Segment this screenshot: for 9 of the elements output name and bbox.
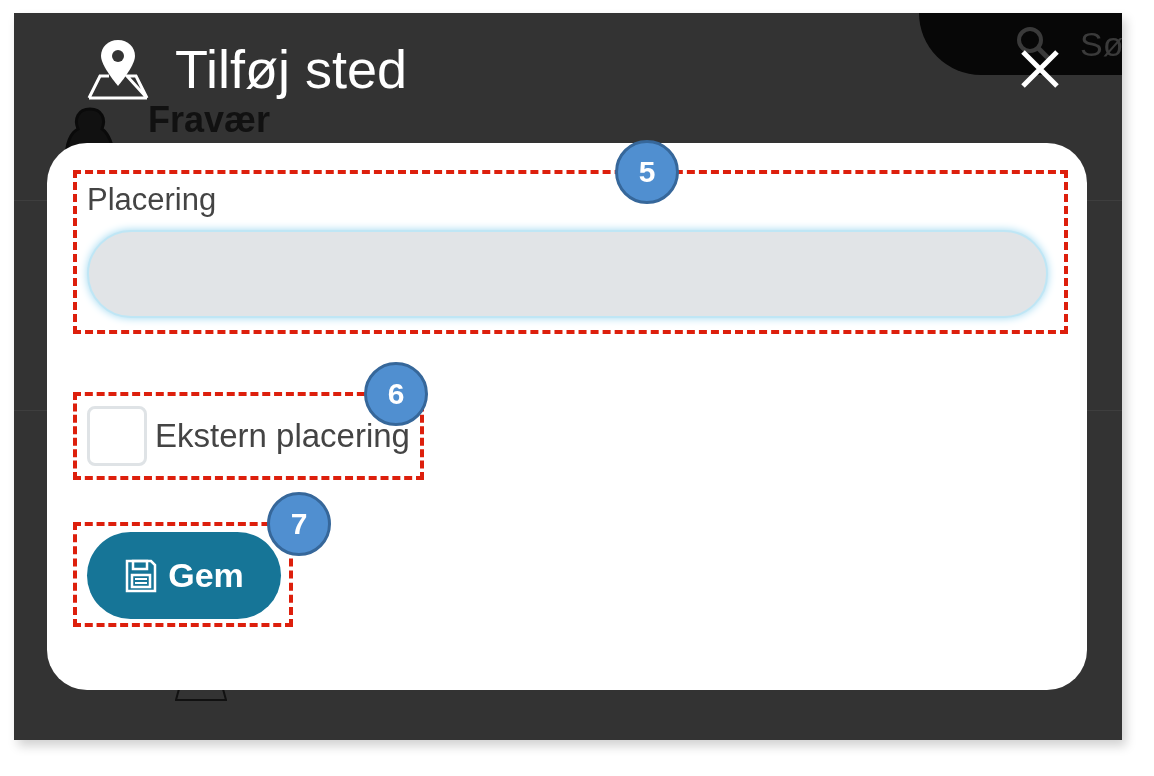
dialog-title: Tilføj sted [175,38,409,100]
step-badge: 5 [615,140,679,204]
save-button[interactable]: Gem [87,532,281,619]
map-pin-icon [87,38,149,100]
checkbox[interactable] [87,406,147,466]
field-label: Placering [87,182,218,218]
step-badge: 7 [267,492,331,556]
location-field[interactable] [87,230,1048,318]
close-button[interactable] [1020,49,1060,89]
